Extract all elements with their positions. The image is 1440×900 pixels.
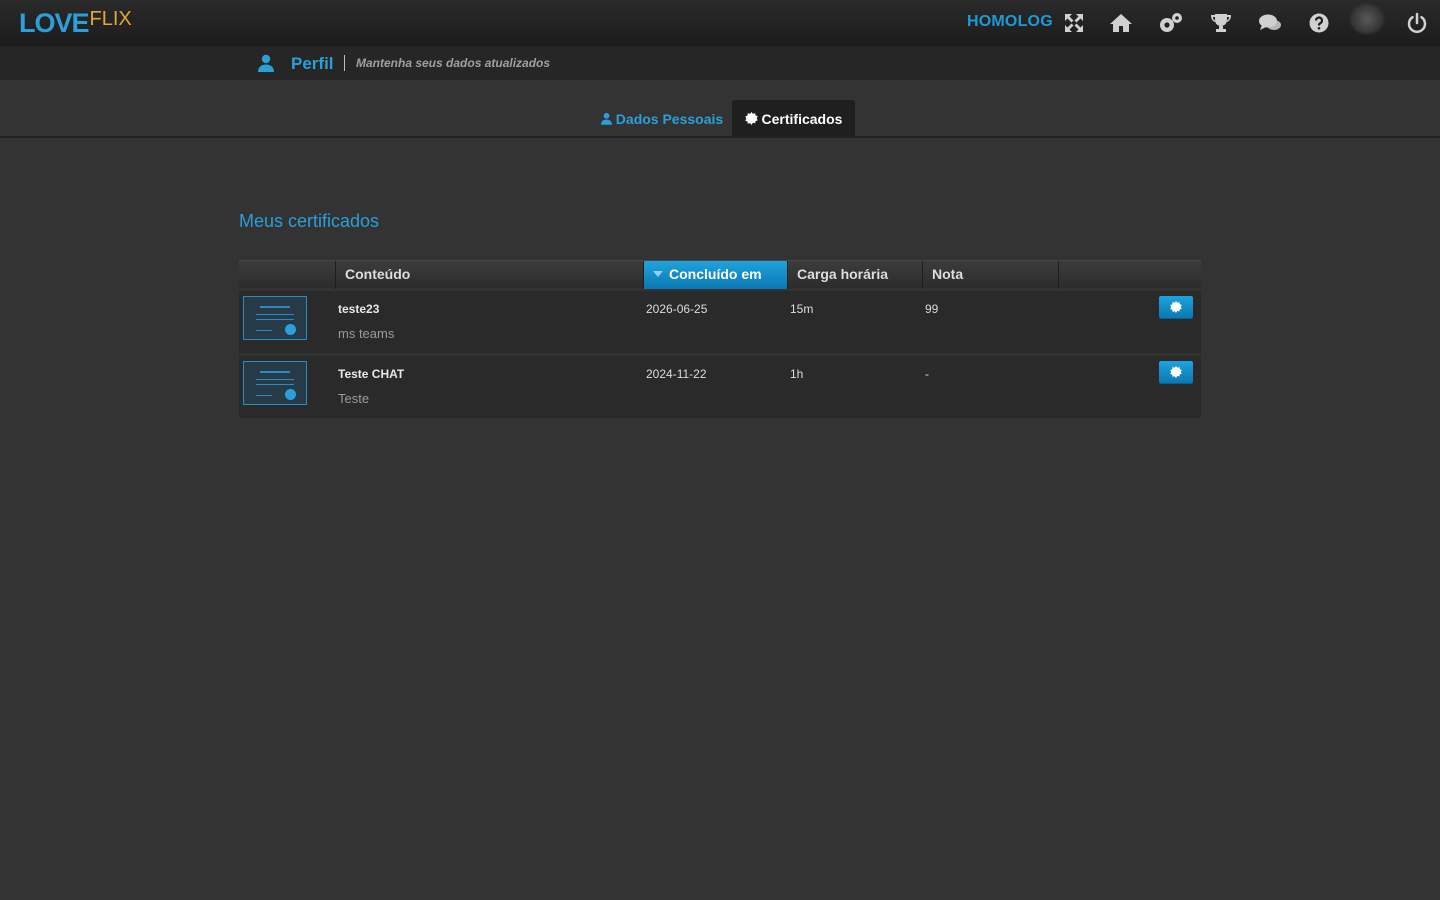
user-icon [258,54,274,72]
row-grade: 99 [925,302,939,316]
column-header-concluido-em[interactable]: Concluído em [643,261,787,289]
row-hours: 15m [790,302,814,316]
table-row[interactable]: teste23 ms teams 2026-06-25 15m 99 [239,291,1201,353]
tab-label: Certificados [761,110,843,127]
user-icon [600,112,612,125]
row-subtitle: ms teams [338,326,395,341]
sort-desc-icon [653,271,663,277]
row-completed-date: 2024-11-22 [646,367,707,381]
home-icon[interactable] [1108,10,1134,36]
column-header-thumbnail [239,261,335,289]
top-bar: LOVE FLIX HOMOLOG [0,0,1440,46]
row-hours: 1h [790,367,804,381]
row-grade: - [925,367,929,381]
power-icon[interactable] [1404,10,1430,36]
breadcrumb: Perfil Mantenha seus dados atualizados [0,46,1440,80]
help-icon[interactable] [1306,10,1332,36]
column-header-actions [1058,261,1201,289]
column-header-carga-horaria[interactable]: Carga horária [787,261,922,289]
certificate-thumbnail [243,361,307,405]
row-completed-date: 2026-06-25 [646,302,708,316]
tab-certificados[interactable]: Certificados [732,100,855,137]
settings-icon[interactable] [1158,10,1184,36]
certificate-thumbnail [243,296,307,340]
app-logo[interactable]: LOVE FLIX [19,7,132,39]
fullscreen-icon[interactable] [1061,10,1087,36]
page-title: Perfil [291,54,334,73]
tabs-divider [0,136,1440,138]
table-row[interactable]: Teste CHAT Teste 2024-11-22 1h - [239,356,1201,418]
tab-dados-pessoais[interactable]: Dados Pessoais [592,100,732,137]
row-title: Teste CHAT [338,367,405,381]
view-certificate-button[interactable] [1159,361,1193,383]
row-title: teste23 [338,302,380,316]
logo-love-text: LOVE [19,8,90,38]
table-header: Conteúdo Concluído em Carga horária Nota [239,260,1201,289]
logo-flix-text: FLIX [89,8,132,30]
certificate-badge-icon [1170,301,1182,313]
certificates-table: Conteúdo Concluído em Carga horária Nota… [239,260,1201,418]
column-header-nota[interactable]: Nota [922,261,1058,289]
column-header-conteudo[interactable]: Conteúdo [335,261,643,289]
chat-icon[interactable] [1257,10,1283,36]
avatar[interactable] [1350,4,1384,34]
page-subtitle: Mantenha seus dados atualizados [356,56,551,70]
row-subtitle: Teste [338,391,370,406]
trophy-icon[interactable] [1208,10,1234,36]
breadcrumb-separator [344,55,345,71]
view-certificate-button[interactable] [1159,296,1193,318]
section-title: Meus certificados [239,211,380,231]
tab-label: Dados Pessoais [615,110,724,127]
certificate-badge-icon [1170,366,1182,378]
environment-label: HOMOLOG [967,13,1053,30]
certificate-badge-icon [744,112,758,125]
